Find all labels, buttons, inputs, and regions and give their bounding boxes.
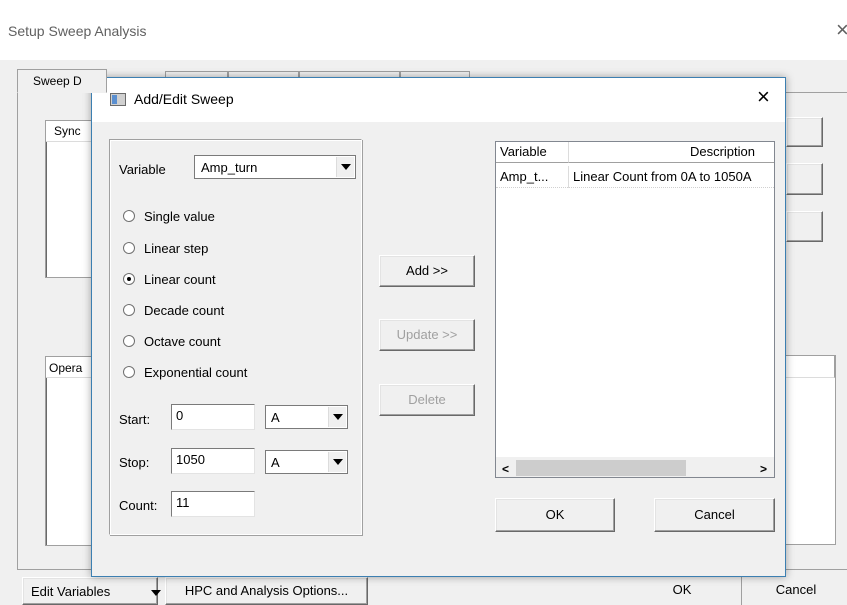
outer-window-title: Setup Sweep Analysis — [8, 23, 147, 39]
radio-exponential-count[interactable] — [123, 366, 135, 378]
tab-sweep-definitions[interactable]: Sweep D — [17, 69, 107, 93]
dialog-ok-button[interactable]: OK — [495, 498, 615, 532]
column-header-description[interactable]: Description — [569, 142, 774, 163]
outer-cancel-button[interactable]: Cancel — [745, 577, 847, 605]
chevron-down-icon — [151, 590, 161, 596]
start-label: Start: — [119, 412, 151, 427]
option-single-value-label: Single value — [144, 208, 215, 224]
outer-right-button-1[interactable] — [786, 117, 823, 147]
hpc-options-button[interactable]: HPC and Analysis Options... — [165, 577, 368, 605]
edit-variables-button[interactable]: Edit Variables — [22, 577, 161, 605]
option-exponential-count[interactable]: Exponential count — [123, 361, 323, 383]
outer-right-button-2[interactable] — [786, 163, 823, 195]
option-linear-count[interactable]: Linear count — [123, 268, 323, 290]
scroll-thumb[interactable] — [516, 460, 686, 476]
radio-decade-count[interactable] — [123, 304, 135, 316]
sweep-type-options: Single value Linear step Linear count De… — [123, 205, 323, 383]
stop-label: Stop: — [119, 455, 150, 470]
count-input[interactable]: 11 — [171, 491, 255, 517]
stop-input[interactable]: 1050 — [171, 448, 255, 474]
chevron-down-icon — [328, 407, 346, 427]
variable-select-value: Amp_turn — [201, 160, 258, 175]
outer-ok-button[interactable]: OK — [623, 577, 742, 605]
table-row[interactable]: Amp_t... Linear Count from 0A to 1050A — [496, 166, 774, 188]
start-input[interactable]: 0 — [171, 404, 255, 430]
count-label: Count: — [119, 498, 158, 513]
dialog-title: Add/Edit Sweep — [134, 91, 234, 107]
radio-linear-count[interactable] — [123, 273, 135, 285]
chevron-down-icon — [328, 452, 346, 472]
start-unit-select[interactable]: A — [265, 405, 348, 429]
update-button[interactable]: Update >> — [379, 319, 475, 351]
outer-right-list[interactable] — [784, 355, 836, 545]
outer-right-button-3[interactable] — [786, 211, 823, 242]
scroll-right-icon[interactable]: > — [760, 462, 767, 476]
option-single-value[interactable]: Single value — [123, 205, 323, 227]
scroll-left-icon[interactable]: < — [502, 462, 509, 476]
variable-label: Variable — [119, 162, 166, 177]
horizontal-scrollbar[interactable]: < > — [496, 457, 774, 477]
tab-sweep-definitions-label: Sweep D — [33, 74, 82, 88]
radio-linear-step[interactable] — [123, 242, 135, 254]
stop-unit-select[interactable]: A — [265, 450, 348, 474]
outer-close-icon[interactable]: × — [836, 17, 847, 43]
variable-select[interactable]: Amp_turn — [194, 155, 356, 179]
table-cell-description: Linear Count from 0A to 1050A — [573, 169, 752, 184]
delete-button[interactable]: Delete — [379, 384, 475, 416]
option-linear-step[interactable]: Linear step — [123, 237, 323, 259]
option-decade-count-label: Decade count — [144, 302, 225, 318]
column-header-variable[interactable]: Variable — [496, 142, 569, 163]
outer-right-list-header — [785, 356, 835, 378]
radio-octave-count[interactable] — [123, 335, 135, 347]
add-button[interactable]: Add >> — [379, 255, 475, 287]
option-decade-count[interactable]: Decade count — [123, 299, 323, 321]
radio-single-value[interactable] — [123, 210, 135, 222]
option-linear-step-label: Linear step — [144, 240, 209, 256]
dialog-cancel-button[interactable]: Cancel — [654, 498, 775, 532]
option-linear-count-label: Linear count — [144, 271, 216, 287]
sweep-list-view[interactable]: Variable Description Amp_t... Linear Cou… — [495, 141, 775, 478]
edit-variables-label: Edit Variables — [31, 584, 111, 599]
chevron-down-icon — [336, 157, 354, 177]
add-edit-sweep-dialog: Add/Edit Sweep × Variable Amp_turn Singl… — [91, 77, 786, 577]
start-unit-value: A — [271, 410, 280, 425]
app-icon — [110, 93, 126, 106]
option-exponential-count-label: Exponential count — [144, 364, 248, 380]
dialog-close-icon[interactable]: × — [757, 84, 770, 110]
option-octave-count-label: Octave count — [144, 333, 221, 349]
stop-unit-value: A — [271, 455, 280, 470]
table-cell-variable: Amp_t... — [496, 166, 569, 188]
option-octave-count[interactable]: Octave count — [123, 330, 323, 352]
